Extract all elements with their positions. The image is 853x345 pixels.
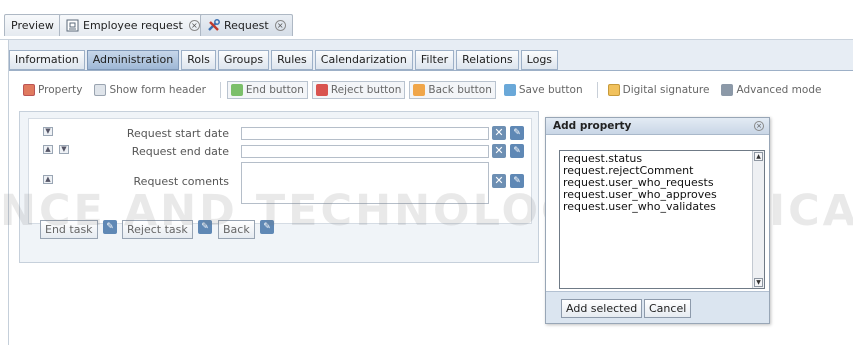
delete-icon[interactable]: ✕ <box>492 126 506 140</box>
scroll-up-icon[interactable]: ▲ <box>754 152 763 161</box>
dialog-footer: Add selected Cancel <box>546 291 769 323</box>
signature-icon <box>607 84 620 96</box>
toolbar: Property Show form header End button Rej… <box>19 79 829 101</box>
back-button[interactable]: Back <box>218 220 255 239</box>
toolbar-divider <box>596 82 598 98</box>
tab-filter[interactable]: Filter <box>414 50 455 70</box>
back-button-label: Back button <box>428 84 492 96</box>
show-form-header-button[interactable]: Show form header <box>90 81 209 99</box>
advanced-mode-button[interactable]: Advanced mode <box>717 81 825 99</box>
scroll-down-icon[interactable]: ▼ <box>754 278 763 287</box>
form-fields-container: ▼ Request start date ✕ ✎ ▲ ▼ Request end… <box>28 118 532 224</box>
form-designer: ▼ Request start date ✕ ✎ ▲ ▼ Request end… <box>19 111 539 263</box>
move-down-icon[interactable]: ▼ <box>43 127 53 136</box>
move-up-icon[interactable]: ▲ <box>43 145 53 154</box>
tab-preview[interactable]: Preview <box>4 14 61 36</box>
end-button-label: End button <box>245 84 304 96</box>
property-icon <box>23 84 35 96</box>
tab-label: Preview <box>11 19 54 32</box>
tab-label: Request <box>224 19 269 32</box>
show-form-header-label: Show form header <box>109 84 206 96</box>
request-end-date-input[interactable] <box>241 145 489 158</box>
save-button-label: Save button <box>518 84 583 96</box>
close-icon[interactable]: × <box>754 121 764 131</box>
document-tab-bar: Preview Employee request × Request × <box>0 0 853 40</box>
property-list[interactable]: request.status request.rejectComment req… <box>559 150 765 289</box>
digital-signature-label: Digital signature <box>622 84 710 96</box>
reject-icon <box>315 84 328 96</box>
tools-icon <box>207 19 220 32</box>
delete-icon[interactable]: ✕ <box>492 174 506 188</box>
dialog-title-bar: Add property × <box>546 118 769 135</box>
tab-rules[interactable]: Rules <box>271 50 313 70</box>
reject-button-toggle[interactable]: Reject button <box>311 81 406 99</box>
tab-label: Employee request <box>83 19 183 32</box>
field-label: Request end date <box>131 145 229 158</box>
tab-employee-request[interactable]: Employee request × <box>59 14 207 36</box>
property-list-items: request.status request.rejectComment req… <box>560 151 764 213</box>
close-icon[interactable]: × <box>188 20 200 31</box>
edit-icon[interactable]: ✎ <box>510 174 524 188</box>
save-icon <box>503 84 516 96</box>
move-down-icon[interactable]: ▼ <box>59 145 69 154</box>
close-icon[interactable]: × <box>274 20 286 31</box>
edit-icon[interactable]: ✎ <box>260 220 274 234</box>
field-label: Request start date <box>126 127 229 140</box>
property-button[interactable]: Property <box>19 81 86 99</box>
document-icon <box>66 19 79 32</box>
edit-icon[interactable]: ✎ <box>510 144 524 158</box>
digital-signature-button[interactable]: Digital signature <box>604 81 714 99</box>
tab-groups[interactable]: Groups <box>217 50 270 70</box>
request-start-date-input[interactable] <box>241 127 489 140</box>
tab-administration[interactable]: Administration <box>86 50 180 70</box>
field-label: Request coments <box>133 175 229 188</box>
request-coments-textarea[interactable] <box>241 162 489 204</box>
save-button-toggle[interactable]: Save button <box>500 81 587 99</box>
end-task-button[interactable]: End task <box>40 220 98 239</box>
property-label: Property <box>38 84 83 96</box>
back-icon <box>413 84 426 96</box>
back-button-toggle[interactable]: Back button <box>409 81 496 99</box>
tab-logs[interactable]: Logs <box>520 50 559 70</box>
add-property-dialog: Add property × request.status request.re… <box>545 117 770 324</box>
add-selected-button[interactable]: Add selected <box>561 299 643 318</box>
edit-icon[interactable]: ✎ <box>198 220 212 234</box>
tab-rols[interactable]: Rols <box>181 50 216 70</box>
tab-relations[interactable]: Relations <box>456 50 519 70</box>
tab-information[interactable]: Information <box>9 50 85 70</box>
advanced-mode-icon <box>721 84 734 96</box>
reject-button-label: Reject button <box>330 84 402 96</box>
list-scrollbar[interactable]: ▲ ▼ <box>752 151 764 288</box>
toolbar-divider <box>219 82 221 98</box>
tab-calendarization[interactable]: Calendarization <box>314 50 413 70</box>
cancel-button[interactable]: Cancel <box>644 299 692 318</box>
move-up-icon[interactable]: ▲ <box>43 175 53 184</box>
reject-task-button[interactable]: Reject task <box>122 220 193 239</box>
delete-icon[interactable]: ✕ <box>492 144 506 158</box>
checkmark-icon <box>230 84 243 96</box>
edit-icon[interactable]: ✎ <box>510 126 524 140</box>
list-item[interactable]: request.user_who_validates <box>560 201 764 213</box>
end-button-toggle[interactable]: End button <box>226 81 308 99</box>
form-header-icon <box>94 84 107 96</box>
dialog-title: Add property <box>553 120 632 132</box>
advanced-mode-label: Advanced mode <box>736 84 822 96</box>
tab-request[interactable]: Request × <box>200 14 293 36</box>
sub-tab-bar: Information Administration Rols Groups R… <box>9 50 560 70</box>
edit-icon[interactable]: ✎ <box>103 220 117 234</box>
